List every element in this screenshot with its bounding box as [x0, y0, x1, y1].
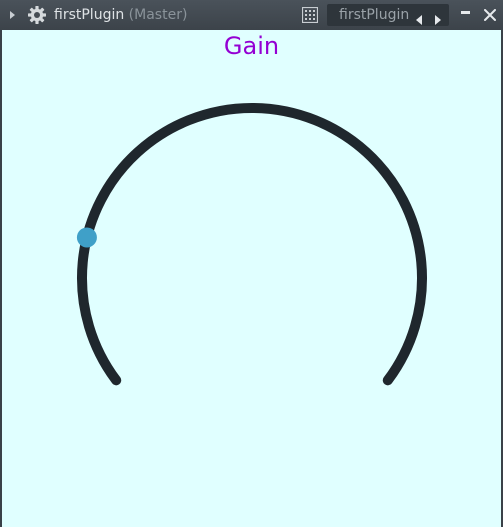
gear-icon[interactable] — [27, 0, 47, 30]
next-preset-icon[interactable] — [434, 10, 442, 29]
plugin-name: firstPlugin — [54, 7, 124, 23]
prev-preset-icon[interactable] — [415, 10, 423, 29]
minimize-icon[interactable] — [461, 0, 470, 30]
menu-arrow-icon[interactable] — [10, 0, 15, 30]
preset-name: firstPlugin — [339, 4, 409, 26]
title-bar: firstPlugin (Master) firstPlugin — [0, 0, 503, 30]
plugin-location: (Master) — [129, 7, 188, 23]
window-title: firstPlugin (Master) — [54, 0, 187, 30]
knob-handle[interactable] — [77, 227, 97, 247]
plugin-panel: Gain — [2, 30, 501, 527]
gain-knob[interactable] — [2, 30, 501, 527]
close-icon[interactable] — [484, 0, 496, 30]
preset-selector[interactable]: firstPlugin — [327, 4, 449, 26]
knob-track — [82, 108, 422, 380]
grid-icon[interactable] — [302, 0, 318, 30]
